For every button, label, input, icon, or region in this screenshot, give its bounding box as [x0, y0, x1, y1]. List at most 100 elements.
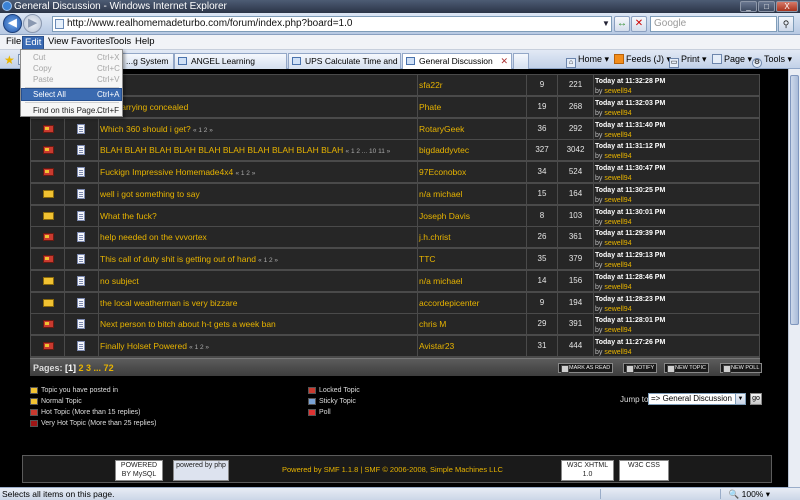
home-button[interactable]: ⌂ Home ▾ [566, 52, 609, 68]
menu-tools[interactable]: Tools [107, 36, 133, 48]
topic-views: 221 [558, 75, 593, 95]
go-button[interactable]: go [750, 393, 762, 405]
topic-starter-link[interactable]: bigdaddyvtec [419, 145, 469, 155]
last-post-author[interactable]: sewell94 [604, 349, 631, 356]
topic-starter-link[interactable]: Joseph Davis [419, 211, 470, 221]
search-input[interactable]: Google [650, 16, 777, 32]
topic-starter-link[interactable]: n/a michael [419, 276, 462, 286]
pages-label: Pages: [33, 363, 63, 373]
last-post-author[interactable]: sewell94 [604, 197, 631, 204]
tab-general-discussion[interactable]: General Discussion ✕ [402, 53, 512, 70]
minimize-button[interactable]: _ [740, 1, 757, 12]
last-post-author[interactable]: sewell94 [604, 175, 631, 182]
topic-starter-link[interactable]: n/a michael [419, 189, 462, 199]
tools-menu-button[interactable]: ⚙ Tools ▾ [752, 52, 792, 68]
topic-replies: 19 [527, 96, 557, 117]
topic-starter-link[interactable]: TTC [419, 254, 436, 264]
new-poll-button[interactable]: NEW POLL [720, 363, 763, 373]
topic-status-cell [31, 205, 64, 226]
last-post-author[interactable]: sewell94 [604, 153, 631, 160]
topic-pages[interactable]: « 1 2 » [258, 257, 278, 264]
last-post-author[interactable]: sewell94 [604, 327, 631, 334]
topic-pages[interactable]: « 1 2 » [235, 170, 255, 177]
menu-file[interactable]: File [4, 36, 23, 48]
zoom-level[interactable]: 🔍 100% ▾ [729, 488, 770, 500]
topic-starter-link[interactable]: Avistar23 [419, 341, 454, 351]
topic-subject-link[interactable]: help needed on the vvvortex [100, 232, 207, 242]
menu-item-shortcut: Ctrl+A [97, 90, 120, 99]
print-label: Print [681, 54, 700, 64]
menu-item-find[interactable]: Find on this Page... Ctrl+F [22, 105, 121, 116]
topic-starter-link[interactable]: Phate [419, 102, 441, 112]
topic-subject-link[interactable]: the local weatherman is very bizzare [100, 298, 237, 308]
back-button[interactable]: ◀ [3, 14, 22, 33]
menu-view[interactable]: View [46, 36, 70, 48]
last-post-author[interactable]: sewell94 [604, 132, 631, 139]
topic-subject-link[interactable]: Next person to bitch about h-t gets a we… [100, 319, 276, 329]
vertical-scrollbar[interactable] [788, 69, 800, 487]
menu-help[interactable]: Help [133, 36, 157, 48]
last-post-author[interactable]: sewell94 [604, 284, 631, 291]
jump-to-select[interactable]: => General Discussion ▼ [648, 393, 746, 405]
scrollbar-thumb[interactable] [790, 75, 799, 325]
topic-subject-link[interactable]: This call of duty shit is getting out of… [100, 254, 256, 264]
notify-button[interactable]: NOTIFY [623, 363, 658, 373]
php-badge[interactable]: powered by php [173, 460, 229, 481]
feeds-button[interactable]: Feeds (J) ▾ [614, 52, 671, 67]
status-bar: Selects all items on this page. 🔍 100% ▾ [0, 487, 800, 500]
topic-subject-link[interactable]: What the fuck? [100, 211, 157, 221]
topic-subject-link[interactable]: no subject [100, 276, 139, 286]
page-icon [55, 19, 64, 29]
forward-button[interactable]: ▶ [23, 14, 42, 33]
favorites-star-icon[interactable]: ★ [4, 53, 15, 67]
last-post-author[interactable]: sewell94 [604, 240, 631, 247]
search-icon[interactable]: ⚲ [778, 16, 794, 32]
topic-starter-link[interactable]: 97Econobox [419, 167, 466, 177]
topic-subject-link[interactable]: Finally Holset Powered [100, 341, 187, 351]
stop-icon[interactable]: ✕ [631, 16, 647, 32]
w3c-xhtml-badge[interactable]: W3C XHTML 1.0 [561, 460, 614, 481]
home-icon: ⌂ [566, 58, 576, 68]
topic-starter-link[interactable]: j.h.christ [419, 232, 451, 242]
page-menu-button[interactable]: Page ▾ [712, 52, 752, 67]
document-icon [77, 123, 85, 134]
tab-angel-learning[interactable]: ANGEL Learning [174, 53, 287, 69]
new-tab-button[interactable] [513, 53, 529, 69]
print-button[interactable]: ▭ Print ▾ [669, 52, 707, 68]
topic-subject-link[interactable]: BLAH BLAH BLAH BLAH BLAH BLAH BLAH BLAH … [100, 145, 343, 155]
topic-starter-link[interactable]: sfa22r [419, 80, 443, 90]
close-button[interactable]: X [776, 1, 798, 12]
topic-pages[interactable]: « 1 2 » [193, 127, 213, 134]
w3c-css-badge[interactable]: W3C CSS [619, 460, 669, 481]
maximize-button[interactable]: □ [758, 1, 775, 12]
topic-subject-cell: ...or carrying concealed [99, 96, 417, 117]
address-bar[interactable]: http://www.realhomemadeturbo.com/forum/i… [52, 16, 612, 32]
menu-favorites[interactable]: Favorites [69, 36, 112, 48]
last-post-author[interactable]: sewell94 [604, 88, 631, 95]
last-post-author[interactable]: sewell94 [604, 219, 631, 226]
menu-item-select-all[interactable]: Select All Ctrl+A [21, 88, 122, 101]
current-page: [1] [65, 363, 77, 373]
mysql-badge[interactable]: POWERED BY MySQL [115, 460, 163, 481]
topic-subject-link[interactable]: well i got something to say [100, 189, 200, 199]
new-topic-button[interactable]: NEW TOPIC [664, 363, 709, 373]
topic-subject-cell: BLAH BLAH BLAH BLAH BLAH BLAH BLAH BLAH … [99, 140, 417, 161]
topic-subject-link[interactable]: Fuckign Impressive Homemade4x4 [100, 167, 233, 177]
topic-starter-link[interactable]: accordepicenter [419, 298, 479, 308]
topic-pages[interactable]: « 1 2 » [189, 344, 209, 351]
last-post-author[interactable]: sewell94 [604, 306, 631, 313]
compatibility-icon[interactable]: ↔ [614, 16, 630, 32]
address-dropdown-icon[interactable]: ▼ [600, 16, 612, 32]
topic-starter-link[interactable]: chris M [419, 319, 446, 329]
last-post-author[interactable]: sewell94 [604, 110, 631, 117]
topic-starter-link[interactable]: RotaryGeek [419, 124, 464, 134]
tab-close-icon[interactable]: ✕ [500, 54, 508, 68]
tab-ups-calculate[interactable]: UPS Calculate Time and Cost [288, 53, 401, 69]
last-post-author[interactable]: sewell94 [604, 262, 631, 269]
menu-edit[interactable]: Edit [22, 36, 45, 50]
page-links[interactable]: 2 3 ... 72 [79, 363, 114, 373]
mark-as-read-button[interactable]: MARK AS READ [558, 363, 614, 373]
topic-status-cell [31, 314, 64, 335]
topic-pages[interactable]: « 1 2 ... 10 11 » [346, 148, 391, 155]
topic-subject-link[interactable]: Which 360 should i get? [100, 124, 191, 134]
